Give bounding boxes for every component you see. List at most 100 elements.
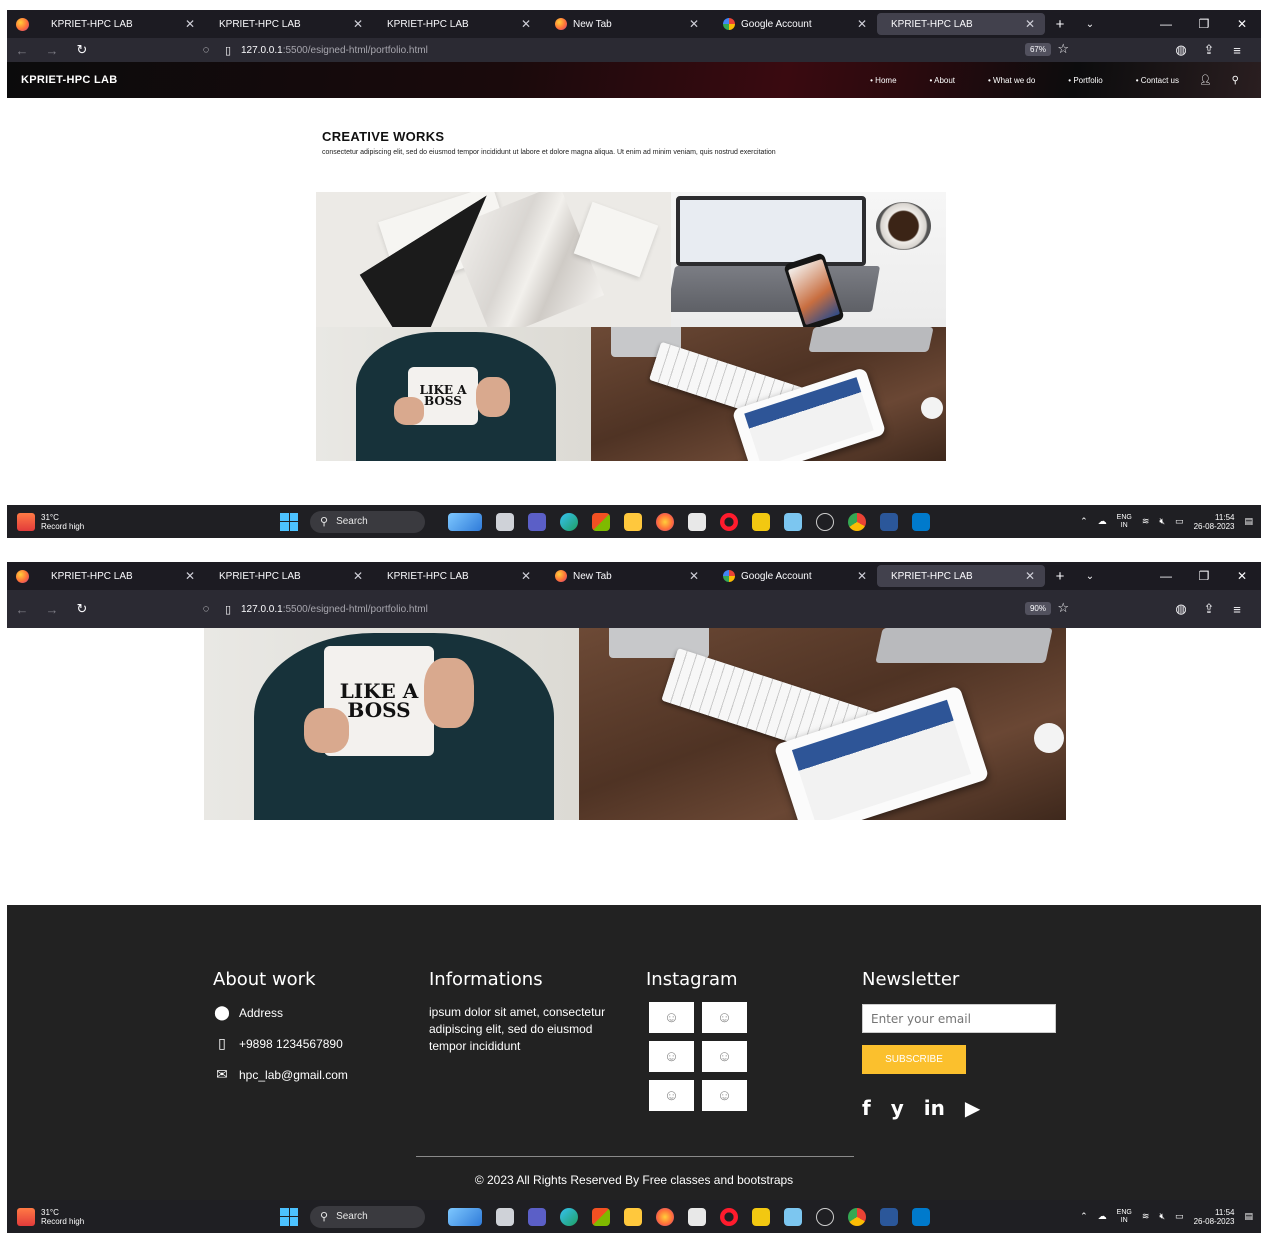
notification-icon[interactable]: ▤ xyxy=(1244,516,1253,527)
widgets-app-icon[interactable] xyxy=(448,512,482,531)
weather-widget[interactable]: 31°C Record high xyxy=(17,1200,84,1233)
firefox-menu-icon[interactable] xyxy=(7,10,37,38)
tab-1[interactable]: KPRIET-HPC LAB ✕ xyxy=(37,10,205,38)
volume-mute-icon[interactable]: 🔇︎ xyxy=(1159,1211,1165,1222)
battery-icon[interactable]: ▭ xyxy=(1175,516,1184,527)
wifi-icon[interactable]: ≋ xyxy=(1142,516,1150,527)
close-icon[interactable]: ✕ xyxy=(521,17,531,31)
taskbar-search[interactable]: ⚲ Search xyxy=(310,510,425,533)
zoom-badge[interactable]: 67% xyxy=(1024,43,1051,56)
menu-item-portfolio[interactable]: Portfolio xyxy=(1068,76,1102,85)
language-indicator[interactable]: ENG IN xyxy=(1117,1209,1132,1225)
twitter-icon[interactable]: y xyxy=(891,1096,904,1120)
back-arrow-icon[interactable]: ← xyxy=(7,602,37,617)
language-indicator[interactable]: ENG IN xyxy=(1117,514,1132,530)
amazon-icon[interactable] xyxy=(688,512,706,531)
chrome-icon[interactable] xyxy=(848,1207,866,1226)
forward-arrow-icon[interactable]: → xyxy=(37,602,67,617)
youtube-icon[interactable]: ▶ xyxy=(965,1096,980,1120)
tab-new-tab[interactable]: New Tab ✕ xyxy=(541,10,709,38)
cloud-icon[interactable]: ☁ xyxy=(1098,516,1107,527)
menu-item-about[interactable]: About xyxy=(930,76,955,85)
tab-google-account[interactable]: Google Account ✕ xyxy=(709,562,877,590)
portfolio-image-laptop-phone[interactable] xyxy=(671,192,946,327)
facebook-icon[interactable]: f xyxy=(862,1096,871,1120)
contact-email[interactable]: ✉ hpc_lab@gmail.com xyxy=(213,1066,348,1083)
search-icon[interactable]: ⚲ xyxy=(1232,75,1239,86)
subscribe-button[interactable]: SUBSCRIBE xyxy=(862,1045,966,1074)
portfolio-image-mug[interactable]: LIKE A BOSS xyxy=(316,327,591,461)
chevron-up-icon[interactable]: ⌃ xyxy=(1080,1211,1088,1222)
word-icon[interactable] xyxy=(880,1207,898,1226)
power-bi-icon[interactable] xyxy=(752,512,770,531)
store-icon[interactable] xyxy=(592,1207,610,1226)
firefox-taskbar-icon[interactable] xyxy=(656,512,674,531)
site-brand[interactable]: KPRIET-HPC LAB xyxy=(21,74,117,86)
extensions-icon[interactable]: ⇪ xyxy=(1195,42,1223,58)
contact-address[interactable]: ⬤ Address xyxy=(213,1004,348,1021)
instagram-thumb-icon[interactable]: ☺ xyxy=(702,1002,747,1033)
openai-icon[interactable] xyxy=(816,512,834,531)
pocket-icon[interactable]: ◍ xyxy=(1167,42,1195,58)
window-close-icon[interactable]: ✕ xyxy=(1223,10,1261,38)
url-bar[interactable]: ◌ ▯ 127.0.0.1:5500/esigned-html/portfoli… xyxy=(197,590,1061,628)
store-icon[interactable] xyxy=(592,512,610,531)
close-icon[interactable]: ✕ xyxy=(857,17,867,31)
close-icon[interactable]: ✕ xyxy=(521,569,531,583)
snipping-icon[interactable] xyxy=(784,1207,802,1226)
clock[interactable]: 11:54 26-08-2023 xyxy=(1194,513,1235,531)
vscode-icon[interactable] xyxy=(912,1207,930,1226)
bookmark-star-icon[interactable]: ☆ xyxy=(1057,600,1069,616)
reload-icon[interactable]: ↻ xyxy=(67,601,97,617)
pocket-icon[interactable]: ◍ xyxy=(1167,601,1195,617)
restore-icon[interactable]: ❐ xyxy=(1185,10,1223,38)
close-icon[interactable]: ✕ xyxy=(353,17,363,31)
close-icon[interactable]: ✕ xyxy=(1025,17,1035,31)
contact-phone[interactable]: ▯ +9898 1234567890 xyxy=(213,1035,348,1052)
close-icon[interactable]: ✕ xyxy=(1025,569,1035,583)
file-explorer-icon[interactable] xyxy=(624,1207,642,1226)
file-explorer-icon[interactable] xyxy=(624,512,642,531)
opera-icon[interactable] xyxy=(720,512,738,531)
url-bar[interactable]: ◌ ▯ 127.0.0.1:5500/esigned-html/portfoli… xyxy=(197,38,1061,62)
close-icon[interactable]: ✕ xyxy=(857,569,867,583)
zoom-badge[interactable]: 90% xyxy=(1024,602,1051,615)
menu-item-home[interactable]: Home xyxy=(870,76,896,85)
tab-2[interactable]: KPRIET-HPC LAB ✕ xyxy=(205,10,373,38)
close-icon[interactable]: ✕ xyxy=(689,17,699,31)
tab-new-tab[interactable]: New Tab ✕ xyxy=(541,562,709,590)
tab-list-chevron-icon[interactable]: ⌄ xyxy=(1075,19,1105,30)
task-view-icon[interactable] xyxy=(496,1207,514,1226)
hamburger-menu-icon[interactable]: ≡ xyxy=(1223,43,1251,58)
portfolio-image-desk[interactable] xyxy=(591,327,946,461)
word-icon[interactable] xyxy=(880,512,898,531)
chrome-icon[interactable] xyxy=(848,512,866,531)
clock[interactable]: 11:54 26-08-2023 xyxy=(1194,1208,1235,1226)
instagram-thumb-icon[interactable]: ☺ xyxy=(649,1002,694,1033)
instagram-thumb-icon[interactable]: ☺ xyxy=(649,1041,694,1072)
weather-widget[interactable]: 31°C Record high xyxy=(17,505,84,538)
close-icon[interactable]: ✕ xyxy=(185,569,195,583)
tab-3[interactable]: KPRIET-HPC LAB ✕ xyxy=(373,10,541,38)
restore-icon[interactable]: ❐ xyxy=(1185,562,1223,590)
forward-arrow-icon[interactable]: → xyxy=(37,43,67,58)
new-tab-plus-icon[interactable]: + xyxy=(1045,568,1075,585)
instagram-thumb-icon[interactable]: ☺ xyxy=(649,1080,694,1111)
chevron-up-icon[interactable]: ⌃ xyxy=(1080,516,1088,527)
windows-start-icon[interactable] xyxy=(280,1207,298,1226)
new-tab-plus-icon[interactable]: + xyxy=(1045,16,1075,33)
newsletter-email-input[interactable] xyxy=(862,1004,1056,1033)
tab-active[interactable]: KPRIET-HPC LAB ✕ xyxy=(877,13,1045,35)
shield-icon[interactable]: ◌ xyxy=(197,603,215,615)
close-icon[interactable]: ✕ xyxy=(185,17,195,31)
opera-icon[interactable] xyxy=(720,1207,738,1226)
edge-icon[interactable] xyxy=(560,1207,578,1226)
battery-icon[interactable]: ▭ xyxy=(1175,1211,1184,1222)
user-icon[interactable]: 👤︎ xyxy=(1199,75,1212,86)
minimize-icon[interactable]: — xyxy=(1147,10,1185,38)
task-view-icon[interactable] xyxy=(496,512,514,531)
tab-1[interactable]: KPRIET-HPC LAB ✕ xyxy=(37,562,205,590)
window-close-icon[interactable]: ✕ xyxy=(1223,562,1261,590)
teams-chat-icon[interactable] xyxy=(528,1207,546,1226)
taskbar-search[interactable]: ⚲ Search xyxy=(310,1205,425,1228)
